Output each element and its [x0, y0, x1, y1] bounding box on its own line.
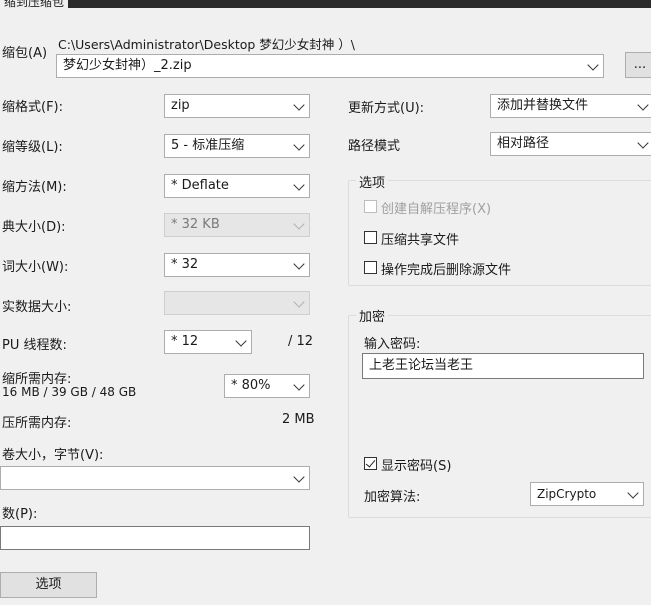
volume-combo[interactable] [0, 466, 310, 490]
password-input[interactable]: 上老王论坛当老王 [362, 353, 644, 379]
browse-button[interactable]: ... [625, 52, 651, 78]
format-label: 缩格式(F): [2, 100, 64, 115]
word-combo[interactable]: * 32 [164, 253, 310, 277]
update-label: 更新方式(U): [348, 101, 425, 116]
password-label: 输入密码: [364, 337, 421, 352]
encryption-method-combo[interactable]: ZipCrypto [530, 482, 644, 506]
chevron-down-icon [293, 296, 305, 308]
params-input[interactable] [0, 526, 310, 550]
encryption-group-title: 加密 [356, 306, 389, 325]
update-combo[interactable]: 添加并替换文件 [490, 94, 651, 118]
chevron-down-icon [293, 139, 305, 151]
memory-percent-combo[interactable]: * 80% [224, 374, 310, 398]
delete-after-checkbox[interactable] [364, 261, 377, 274]
chevron-down-icon [587, 59, 599, 71]
word-value: * 32 [171, 257, 199, 272]
word-label: 词大小(W): [2, 260, 69, 275]
path-mode-value: 相对路径 [497, 136, 550, 151]
archive-filename-combo[interactable]: 梦幻少女封神）_2.zip [56, 54, 604, 78]
archive-filename-value: 梦幻少女封神）_2.zip [63, 58, 192, 73]
dictionary-combo[interactable]: * 32 KB [164, 213, 310, 237]
path-mode-combo[interactable]: 相对路径 [490, 132, 651, 156]
options-button[interactable]: 选项 [0, 572, 97, 598]
chevron-down-icon [293, 99, 305, 111]
params-label: 数(P): [2, 507, 38, 522]
chevron-down-icon [293, 471, 305, 483]
dictionary-value: * 32 KB [171, 217, 220, 232]
method-value: * Deflate [171, 178, 229, 193]
show-password-checkbox[interactable] [364, 457, 377, 470]
threads-max: / 12 [288, 334, 314, 349]
solid-combo[interactable] [164, 291, 310, 315]
chevron-down-icon [627, 487, 639, 499]
compress-memory-values: 16 MB / 39 GB / 48 GB [2, 385, 137, 399]
encryption-method-value: ZipCrypto [537, 487, 597, 501]
level-value: 5 - 标准压缩 [171, 138, 245, 153]
encryption-method-label: 加密算法: [364, 490, 421, 505]
method-label: 缩方法(M): [2, 180, 67, 195]
sfx-checkbox[interactable] [364, 200, 377, 213]
chevron-down-icon [293, 258, 305, 270]
chevron-down-icon [293, 179, 305, 191]
archive-label: 缩包(A) [2, 46, 48, 61]
level-combo[interactable]: 5 - 标准压缩 [164, 134, 310, 158]
format-value: zip [171, 98, 190, 113]
archive-folder-path: C:\Users\Administrator\Desktop 梦幻少女封神 ）\ [58, 37, 355, 52]
threads-combo[interactable]: * 12 [164, 330, 252, 354]
shared-files-label: 压缩共享文件 [381, 233, 460, 248]
threads-label: PU 线程数: [2, 338, 67, 353]
level-label: 缩等级(L): [2, 140, 63, 155]
update-value: 添加并替换文件 [497, 98, 589, 113]
method-combo[interactable]: * Deflate [164, 174, 310, 198]
chevron-down-icon [235, 335, 247, 347]
checkmark-icon [365, 457, 376, 468]
chevron-down-icon [293, 379, 305, 391]
decompress-memory-value: 2 MB [282, 412, 315, 427]
chevron-down-icon [637, 137, 649, 149]
solid-label: 实数据大小: [2, 300, 72, 315]
chevron-down-icon [293, 218, 305, 230]
threads-value: * 12 [171, 334, 199, 349]
window-title: 缩到压缩包 [0, 0, 69, 10]
decompress-memory-label: 压所需内存: [2, 416, 72, 431]
sfx-label: 创建自解压程序(X) [381, 202, 492, 217]
chevron-down-icon [637, 99, 649, 111]
format-combo[interactable]: zip [164, 94, 310, 118]
memory-percent-value: * 80% [231, 378, 271, 393]
path-mode-label: 路径模式 [348, 139, 401, 154]
show-password-label: 显示密码(S) [381, 459, 452, 474]
dictionary-label: 典大小(D): [2, 220, 66, 235]
shared-files-checkbox[interactable] [364, 231, 377, 244]
options-group-title: 选项 [356, 172, 389, 191]
volume-label: 卷大小，字节(V): [2, 448, 104, 463]
delete-after-label: 操作完成后删除源文件 [381, 263, 512, 278]
window-title-bar [0, 0, 651, 8]
